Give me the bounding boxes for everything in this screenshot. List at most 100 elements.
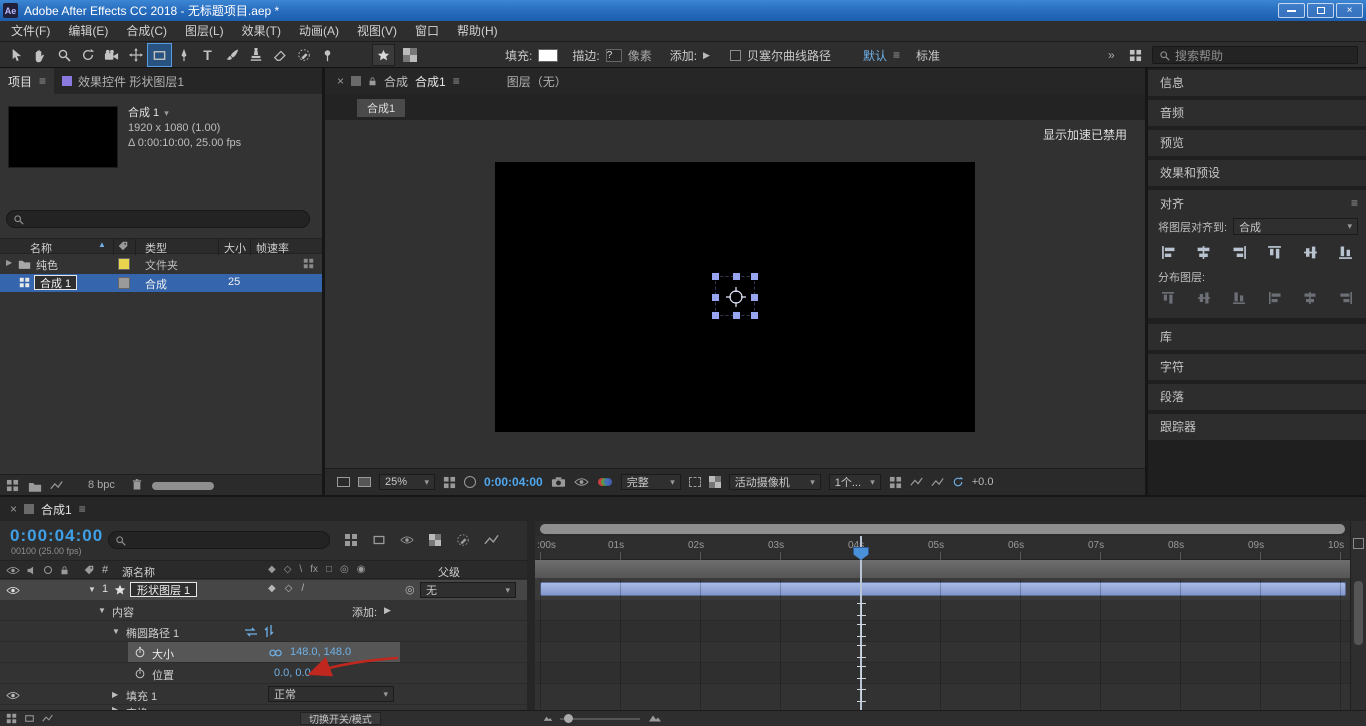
maximize-button[interactable] <box>1307 3 1334 18</box>
pen-tool[interactable] <box>172 44 195 66</box>
col-name[interactable]: 名称 <box>30 240 52 256</box>
timeline-zoom-thumb[interactable] <box>564 714 573 723</box>
toggle-switches-modes-button[interactable]: 切换开关/模式 <box>300 712 381 725</box>
viewer-menu-icon[interactable]: ≡ <box>453 74 460 88</box>
position-row[interactable]: 位置 0.0, 0.0 <box>0 663 527 684</box>
eraser-tool[interactable] <box>268 44 291 66</box>
flowchart-icon[interactable] <box>303 258 314 269</box>
transparency-checker-icon[interactable] <box>398 44 421 66</box>
timeline-splitter[interactable] <box>527 521 535 710</box>
comp-mini-flowchart-icon[interactable] <box>344 533 358 547</box>
menu-layer[interactable]: 图层(L) <box>176 21 233 41</box>
selection-handle[interactable] <box>733 273 740 280</box>
lock-icon[interactable] <box>368 76 377 87</box>
menu-window[interactable]: 窗口 <box>406 21 448 41</box>
contents-twirl-icon[interactable]: ▼ <box>98 606 106 615</box>
distribute-bottom-button[interactable] <box>1229 289 1249 307</box>
selection-handle[interactable] <box>751 312 758 319</box>
channels-icon[interactable] <box>597 476 613 488</box>
contents-add-icon[interactable]: ▶ <box>384 605 391 616</box>
anchor-point-icon[interactable] <box>725 286 747 308</box>
menu-effect[interactable]: 效果(T) <box>233 21 290 41</box>
eye-column-icon[interactable] <box>6 566 20 575</box>
hide-shy-icon[interactable] <box>400 535 414 545</box>
menu-edit[interactable]: 编辑(E) <box>59 21 117 41</box>
minimize-button[interactable] <box>1278 3 1305 18</box>
expand-layers-icon[interactable] <box>6 713 17 724</box>
menu-file[interactable]: 文件(F) <box>2 21 59 41</box>
time-ruler[interactable]: :00s 01s 02s 03s 04s 05s 06s 07s 08s 09s… <box>535 536 1350 560</box>
motion-blur-icon[interactable] <box>456 533 470 547</box>
switch-col-icon-5[interactable]: □ <box>326 564 332 575</box>
timeline-search-input[interactable] <box>108 531 330 549</box>
resolution-dropdown[interactable]: 完整▾ <box>621 474 681 490</box>
size-row[interactable]: 大小 148.0, 148.0 <box>0 642 527 663</box>
fast-previews-icon[interactable] <box>910 477 923 487</box>
distribute-left-button[interactable] <box>1265 289 1285 307</box>
timeline-vscrollbar[interactable] <box>1354 581 1363 645</box>
col-fps[interactable]: 帧速率 <box>256 240 289 256</box>
tab-effect-controls[interactable]: 效果控件 形状图层1 <box>54 73 192 90</box>
roi-icon[interactable] <box>689 477 701 487</box>
expand-render-icon[interactable] <box>42 713 53 724</box>
bezier-checkbox[interactable] <box>730 50 741 61</box>
interpret-footage-icon[interactable] <box>6 479 19 492</box>
tab-project[interactable]: 项目 ≡ <box>0 68 54 94</box>
always-preview-icon[interactable] <box>337 477 350 487</box>
project-panel-menu-icon[interactable]: ≡ <box>39 74 46 88</box>
distribute-hcenter-button[interactable] <box>1300 289 1320 307</box>
selection-handle[interactable] <box>712 294 719 301</box>
viewer-tab-label[interactable]: 合成 <box>384 73 408 90</box>
second-viewer-icon[interactable] <box>358 477 371 487</box>
comp-breadcrumb-chip[interactable]: 合成1 <box>357 99 405 117</box>
pickwhip-icon[interactable]: ◎ <box>405 583 415 596</box>
exposure-value[interactable]: +0.0 <box>972 476 994 488</box>
size-stopwatch-icon[interactable] <box>134 646 146 658</box>
selection-handle[interactable] <box>733 312 740 319</box>
new-folder-icon[interactable] <box>28 481 42 492</box>
magnification-dropdown[interactable]: 25%▾ <box>379 474 435 490</box>
menu-animation[interactable]: 动画(A) <box>290 21 348 41</box>
graph-editor-icon[interactable] <box>484 534 499 546</box>
zoom-out-mountain-icon[interactable] <box>543 714 553 722</box>
fill-eye-icon[interactable] <box>6 691 20 700</box>
project-comp-title[interactable]: 合成 1 <box>128 106 159 121</box>
size-value[interactable]: 148.0, 148.0 <box>290 646 351 658</box>
mask-visibility-icon[interactable] <box>464 476 476 488</box>
selection-handle[interactable] <box>712 312 719 319</box>
trash-icon[interactable] <box>132 478 142 491</box>
ellipse-twirl-icon[interactable]: ▼ <box>112 627 120 636</box>
stroke-label[interactable]: 描边: <box>572 47 599 64</box>
timeline-menu-icon[interactable]: ≡ <box>79 502 86 516</box>
row-name-editor[interactable]: 合成 1 <box>34 275 77 290</box>
camera-dropdown[interactable]: 活动摄像机▾ <box>729 474 821 490</box>
puppet-pin-tool[interactable] <box>316 44 339 66</box>
fill-color-swatch[interactable] <box>538 49 558 62</box>
close-button[interactable]: × <box>1336 3 1363 18</box>
viewer-timecode[interactable]: 0:00:04:00 <box>484 475 543 489</box>
align-right-button[interactable] <box>1229 243 1249 261</box>
index-column-label[interactable]: # <box>102 564 108 576</box>
sort-asc-icon[interactable]: ▲ <box>98 240 106 249</box>
panel-tracker[interactable]: 跟踪器 <box>1148 414 1366 440</box>
comp-viewport[interactable] <box>495 162 975 432</box>
bit-depth-label[interactable]: 8 bpc <box>88 479 115 491</box>
expand-inout-icon[interactable] <box>24 713 35 724</box>
position-value[interactable]: 0.0, 0.0 <box>274 667 311 679</box>
position-label[interactable]: 位置 <box>152 667 174 683</box>
playhead-line[interactable] <box>860 536 862 710</box>
comp-marker-button[interactable] <box>1353 538 1364 549</box>
work-area-bar[interactable] <box>535 560 1350 579</box>
toolbar-overflow-icon[interactable]: » <box>1108 48 1115 62</box>
transparency-grid-icon[interactable] <box>709 476 721 488</box>
menu-view[interactable]: 视图(V) <box>348 21 406 41</box>
fill-label[interactable]: 填充: <box>505 47 532 64</box>
switch-col-icon-2[interactable]: ◇ <box>284 564 292 575</box>
tab-layer-viewer[interactable]: 图层（无） <box>507 73 567 90</box>
hand-tool[interactable] <box>28 44 51 66</box>
add-menu-icon[interactable]: ▶ <box>703 50 710 61</box>
position-stopwatch-icon[interactable] <box>134 667 146 679</box>
time-navigator-bar[interactable] <box>540 524 1345 534</box>
switch-col-icon-4[interactable]: fx <box>310 564 318 575</box>
fill-row[interactable]: ▶ 填充 1 正常▾ <box>0 684 527 705</box>
